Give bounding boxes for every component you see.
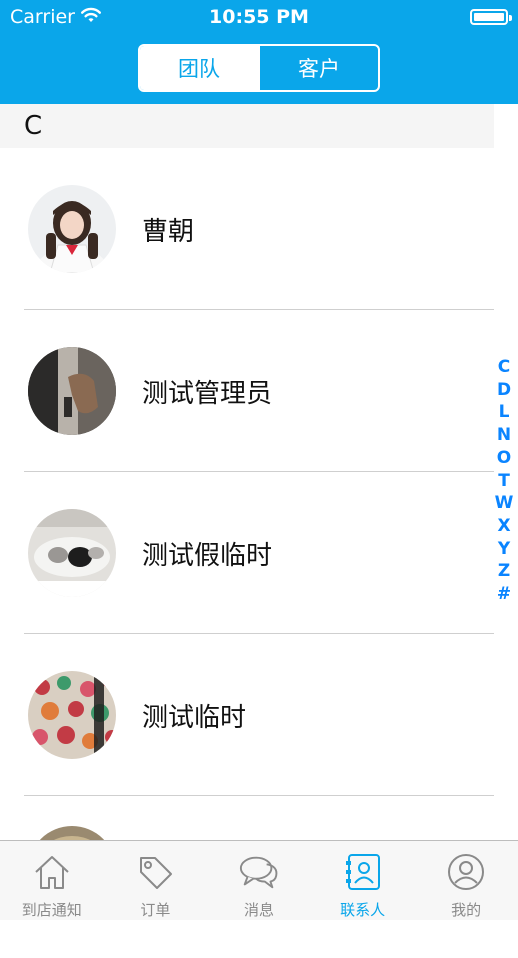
index-letter-x[interactable]: X (497, 515, 510, 538)
tab-label: 我的 (451, 901, 482, 919)
index-letter-l[interactable]: L (499, 401, 510, 424)
status-time: 10:55 PM (209, 6, 309, 28)
status-bar: Carrier 10:55 PM (0, 0, 518, 34)
index-letter-y[interactable]: Y (498, 538, 510, 561)
navigation-header: Carrier 10:55 PM 团队 客户 (0, 0, 518, 104)
tab-contacts[interactable]: 联系人 (311, 841, 415, 920)
contact-card-icon (342, 851, 384, 893)
contact-row[interactable]: 曹朝 (0, 148, 494, 310)
tab-bar: 到店通知 订单 消息 联系人 我的 (0, 840, 518, 920)
tab-label: 到店通知 (21, 901, 82, 919)
avatar (28, 185, 116, 273)
tab-label: 联系人 (340, 901, 386, 919)
contact-row[interactable]: 测试假临时 (0, 472, 494, 634)
segment-team[interactable]: 团队 (140, 46, 258, 90)
index-letter-c[interactable]: C (498, 356, 510, 379)
avatar (28, 509, 116, 597)
tab-orders[interactable]: 订单 (104, 841, 208, 920)
contact-row[interactable]: 测试管理员 (0, 310, 494, 472)
contact-name: 曹朝 (142, 216, 195, 247)
index-letter-w[interactable]: W (495, 492, 514, 515)
index-letter-n[interactable]: N (497, 424, 511, 447)
index-letter-o[interactable]: O (497, 447, 511, 470)
contact-name: 测试假临时 (142, 540, 273, 571)
chat-bubbles-icon (238, 851, 280, 893)
section-header-c: C (0, 104, 494, 148)
alphabet-index[interactable]: C D L N O T W X Y Z # (494, 356, 514, 606)
contact-row[interactable]: 测试临时 (0, 634, 494, 796)
home-icon (31, 851, 73, 893)
battery-icon (470, 9, 512, 25)
team-customer-segmented-control: 团队 客户 (138, 44, 380, 92)
index-letter-z[interactable]: Z (498, 560, 510, 583)
contact-name: 测试临时 (142, 702, 247, 733)
tab-label: 订单 (140, 901, 171, 919)
section-letter: C (24, 111, 43, 141)
index-letter-t[interactable]: T (498, 470, 510, 493)
index-letter-hash[interactable]: # (497, 583, 511, 606)
profile-icon (445, 851, 487, 893)
contact-name: 测试管理员 (142, 378, 273, 409)
avatar (28, 671, 116, 759)
avatar (28, 347, 116, 435)
segment-customer[interactable]: 客户 (258, 46, 378, 90)
tab-messages[interactable]: 消息 (207, 841, 311, 920)
tag-icon (134, 851, 176, 893)
tab-label: 消息 (243, 901, 274, 919)
index-letter-d[interactable]: D (497, 379, 511, 402)
tab-mine[interactable]: 我的 (414, 841, 518, 920)
tab-store-notice[interactable]: 到店通知 (0, 841, 104, 920)
